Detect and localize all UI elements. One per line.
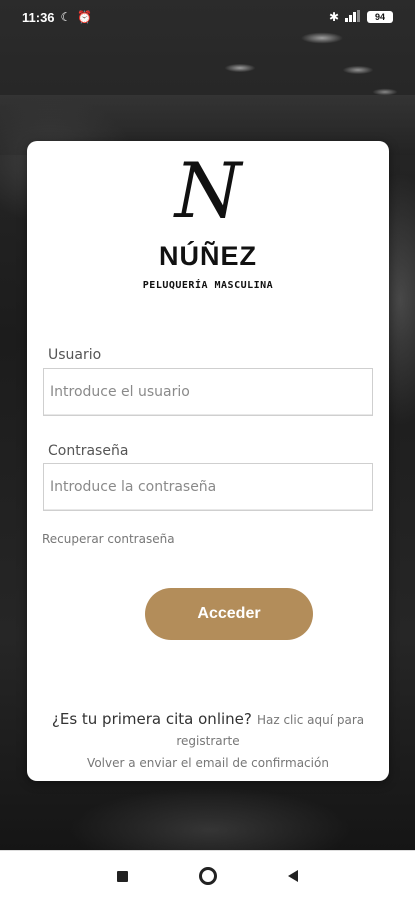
password-input[interactable]	[43, 463, 373, 511]
first-visit-question: ¿Es tu primera cita online?	[51, 710, 252, 728]
resend-confirmation-link[interactable]: Volver a enviar el email de confirmación	[27, 756, 389, 770]
bluetooth-icon: ✱	[328, 10, 339, 24]
brand-name: NÚÑEZ	[159, 241, 257, 271]
status-time: 11:36	[22, 9, 55, 25]
status-right: ✱ 94	[328, 9, 393, 25]
recents-square-icon[interactable]	[110, 864, 134, 888]
brand-logo-letter: N	[174, 146, 242, 235]
brand-tagline: PELUQUERÍA MASCULINA	[142, 280, 274, 291]
password-label: Contraseña	[48, 443, 129, 459]
username-input[interactable]	[43, 368, 373, 416]
first-visit-block: ¿Es tu primera cita online? Haz clic aqu…	[27, 709, 389, 751]
recover-password-link[interactable]: Recuperar contraseña	[42, 532, 175, 546]
moon-icon: ☾	[60, 10, 72, 24]
battery-icon: 94	[367, 11, 393, 23]
back-triangle-icon[interactable]	[281, 864, 305, 888]
status-left: 11:36 ☾ ⏰	[22, 10, 92, 25]
username-label: Usuario	[48, 347, 102, 363]
alarm-icon: ⏰	[77, 10, 93, 24]
home-circle-icon[interactable]	[196, 864, 220, 888]
login-button[interactable]: Acceder	[145, 588, 313, 640]
login-screen: 11:36 ☾ ⏰ ✱ 94 N NÚÑEZ PELUQUERÍA MASCUL…	[0, 0, 415, 900]
system-nav-bar	[0, 850, 415, 900]
status-bar: 11:36 ☾ ⏰ ✱ 94	[0, 0, 415, 34]
signal-icon	[345, 9, 361, 25]
login-card: N NÚÑEZ PELUQUERÍA MASCULINA Usuario Con…	[27, 141, 389, 781]
